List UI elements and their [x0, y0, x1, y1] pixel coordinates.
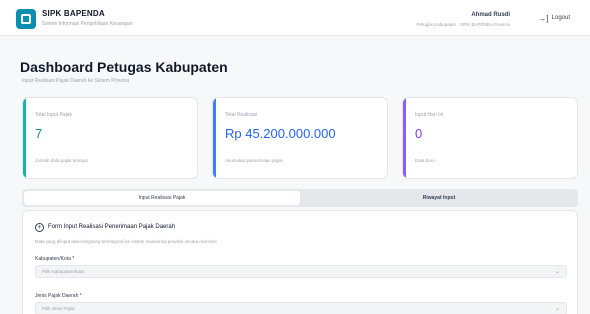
card-note: Data baru — [415, 158, 435, 163]
jenis-pajak-select[interactable]: Pilih Jenis Pajak ⌄ — [35, 302, 567, 314]
tab-bar: Input Realisasi Pajak Riwayat Input — [22, 189, 578, 207]
card-accent — [23, 98, 26, 178]
card-accent — [403, 98, 406, 178]
page-subtitle: Input Realisasi Pajak Daerah ke Sistem P… — [22, 78, 129, 84]
card-label: Input Hari Ini — [415, 112, 444, 118]
stat-card-input-hari-ini: Input Hari Ini 0 Data baru — [402, 97, 578, 179]
card-label: Total Input Pajak — [35, 112, 72, 118]
chevron-down-icon: ⌄ — [554, 306, 560, 312]
card-label: Total Realisasi — [225, 112, 258, 118]
stat-card-total-realisasi: Total Realisasi Rp 45.200.000.000 Akumul… — [212, 97, 388, 179]
logout-label: Logout — [551, 15, 570, 21]
card-value: 0 — [415, 126, 423, 141]
jenis-pajak-select-value: Pilih Jenis Pajak — [42, 306, 75, 311]
app-logo-icon — [16, 9, 36, 29]
logout-icon: →] — [538, 13, 549, 23]
user-role: Petugas Kabupaten · SIPK BAPENDA Provins… — [416, 22, 510, 27]
app-subtitle: Sistem Informasi Pengelolaan Keuangan — [42, 21, 133, 27]
field-label-jenis-pajak: Jenis Pajak Daerah * — [35, 293, 82, 299]
chevron-down-icon: ⌄ — [554, 269, 560, 275]
card-note: Jumlah data pajak terinput — [35, 158, 88, 163]
card-value: 7 — [35, 126, 43, 141]
card-accent — [213, 98, 216, 178]
top-header: SIPK BAPENDA Sistem Informasi Pengelolaa… — [0, 0, 590, 36]
user-name: Ahmad Rusdi — [471, 12, 510, 18]
card-note: Akumulasi penerimaan pajak — [225, 158, 283, 163]
plus-circle-icon: + — [35, 223, 44, 232]
form-description: Data yang diinput akan langsung terinteg… — [35, 239, 217, 244]
kabupaten-select[interactable]: Pilih Kabupaten/Kota ⌄ — [35, 265, 567, 278]
page-title: Dashboard Petugas Kabupaten — [20, 59, 228, 75]
form-title: Form Input Realisasi Penerimaan Pajak Da… — [48, 224, 176, 230]
input-form-card: + Form Input Realisasi Penerimaan Pajak … — [22, 210, 578, 314]
kabupaten-select-value: Pilih Kabupaten/Kota — [42, 269, 85, 274]
field-label-kabupaten: Kabupaten/Kota * — [35, 256, 75, 262]
app-name: SIPK BAPENDA — [42, 9, 105, 18]
card-value: Rp 45.200.000.000 — [225, 126, 336, 141]
tab-riwayat-input[interactable]: Riwayat Input — [302, 191, 576, 205]
stat-card-total-input: Total Input Pajak 7 Jumlah data pajak te… — [22, 97, 198, 179]
tab-input-realisasi[interactable]: Input Realisasi Pajak — [24, 191, 300, 205]
logout-button[interactable]: →] Logout — [532, 10, 576, 26]
